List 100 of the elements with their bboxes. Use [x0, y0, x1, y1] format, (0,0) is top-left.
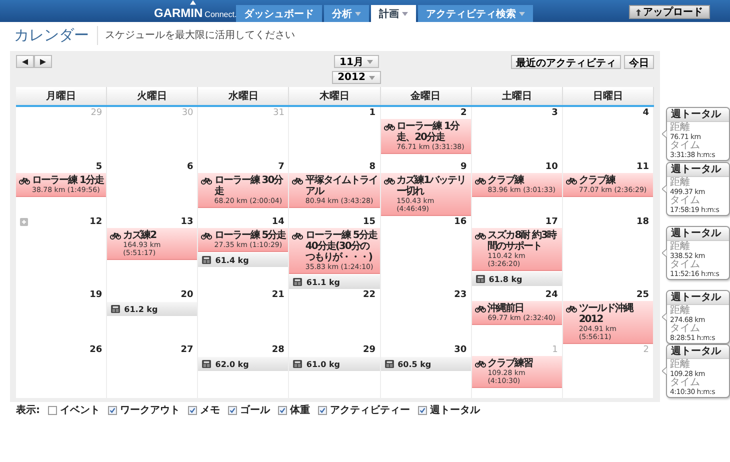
distance-label: 距離: [670, 242, 691, 252]
activity-title: カズ練2: [123, 230, 158, 241]
checkbox-label: イベント: [60, 404, 100, 417]
weight-entry[interactable]: 60.5 kg: [380, 357, 471, 371]
bicycle-icon: [566, 305, 577, 313]
checkbox[interactable]: [108, 406, 117, 414]
weight-entry[interactable]: 61.0 kg: [289, 357, 380, 371]
activity-title: クラブ練: [488, 175, 526, 186]
checkbox[interactable]: [278, 406, 287, 414]
previous-button[interactable]: [16, 55, 34, 68]
caret-icon: [367, 60, 374, 64]
checkbox[interactable]: [48, 406, 57, 414]
day-number: 14: [272, 217, 284, 227]
checkbox[interactable]: [418, 406, 427, 414]
day-number: 1: [369, 108, 376, 118]
time-label: タイム: [670, 378, 701, 388]
caret-icon: [519, 12, 525, 16]
checkbox[interactable]: [188, 406, 197, 414]
day-number: 6: [187, 162, 194, 172]
year-dropdown[interactable]: 2012: [332, 71, 382, 84]
day-number: 27: [180, 345, 194, 355]
caret-icon: [369, 76, 376, 80]
weight-entry[interactable]: 61.4 kg: [198, 253, 288, 267]
weight-value: 61.2 kg: [124, 304, 158, 314]
scale-icon: [202, 360, 212, 368]
week-total-title: 週トータル: [667, 162, 729, 176]
activity-title: ローラー練 5分走 40分走(30分のつもりが・・・): [305, 230, 378, 263]
activity-title: ローラー練 1分走: [32, 175, 104, 186]
bicycle-icon: [474, 232, 486, 240]
time-label: タイム: [670, 324, 701, 334]
weight-value: 60.5 kg: [398, 360, 432, 368]
page-title: カレンダー: [14, 26, 98, 44]
scale-icon: [476, 275, 485, 283]
day-number: 12: [90, 217, 102, 227]
next-button[interactable]: [34, 55, 52, 68]
weight-value: 61.4 kg: [215, 256, 249, 264]
checkbox-label: 体重: [290, 404, 310, 417]
day-number: 9: [460, 162, 467, 172]
day-number: 26: [90, 345, 102, 355]
activity-title: ローラー練 1分走、20分走: [396, 121, 461, 143]
day-number: 18: [636, 217, 649, 227]
bicycle-icon: [384, 177, 395, 185]
bicycle-icon: [384, 123, 395, 131]
day-number: 16: [454, 217, 467, 227]
up-arrow-icon: [636, 8, 641, 16]
day-number: 24: [545, 290, 558, 300]
left-triangle-icon: [22, 58, 28, 64]
time-label: タイム: [670, 141, 701, 151]
day-number: 23: [454, 290, 467, 300]
weekday-header: 水曜日: [198, 87, 290, 105]
day-number: 2: [643, 345, 649, 355]
activity-title: ローラー練 30分走: [214, 175, 284, 197]
weight-entry[interactable]: 61.2 kg: [107, 302, 198, 316]
day-number: 10: [545, 162, 558, 172]
scale-icon: [293, 360, 302, 368]
day-number: 30: [182, 108, 194, 118]
distance-label: 距離: [670, 306, 691, 316]
day-number: 20: [180, 290, 194, 300]
legend-label: 表示:: [16, 404, 40, 417]
day-number: 28: [272, 345, 284, 355]
day-number: 30: [454, 345, 467, 355]
bicycle-icon: [292, 177, 304, 185]
distance-label: 距離: [670, 178, 691, 188]
weight-entry[interactable]: 61.8 kg: [472, 272, 562, 286]
weight-entry[interactable]: 61.1 kg: [289, 275, 380, 289]
upload-button[interactable]: アップロード: [629, 5, 710, 19]
day-number: 29: [90, 108, 102, 118]
logo[interactable]: GARMIN Connect.: [154, 0, 234, 22]
day-number: 11: [636, 162, 649, 172]
scale-icon: [293, 278, 302, 286]
bicycle-icon: [474, 177, 486, 185]
checkbox-label: 週トータル: [430, 404, 480, 417]
weekday-header: 火曜日: [107, 87, 198, 105]
activity-title: ローラー練 5分走: [214, 230, 286, 241]
weight-value: 61.1 kg: [306, 278, 340, 286]
checkbox[interactable]: [228, 406, 237, 414]
distance-label: 距離: [670, 360, 691, 370]
checkbox-label: アクティビティー: [330, 404, 410, 417]
weekday-header: 月曜日: [16, 87, 108, 105]
activity-title: クラブ練: [578, 175, 616, 186]
month-dropdown[interactable]: 11月: [334, 55, 380, 68]
bicycle-icon: [566, 177, 577, 185]
day-number: 29: [363, 345, 376, 355]
today-button[interactable]: 今日: [624, 55, 654, 69]
day-number: 8: [369, 162, 376, 172]
caret-icon: [402, 12, 408, 16]
recent-activities-button[interactable]: 最近のアクティビティ: [511, 55, 621, 69]
day-number: 1: [552, 345, 558, 355]
right-triangle-icon: [40, 58, 46, 64]
bicycle-icon: [474, 305, 486, 313]
activity-title: クラブ練習: [488, 358, 534, 369]
nav-tab[interactable]: 計画: [371, 5, 416, 22]
week-total-title: 週トータル: [667, 226, 729, 240]
scale-icon: [202, 256, 212, 264]
weight-entry[interactable]: 62.0 kg: [198, 357, 288, 371]
day-number: 4: [642, 108, 649, 118]
day-number: 17: [545, 217, 558, 227]
checkbox-label: メモ: [200, 404, 220, 417]
activity-title: カズ練1バッテリー切れ: [396, 175, 467, 197]
checkbox[interactable]: [318, 406, 327, 414]
